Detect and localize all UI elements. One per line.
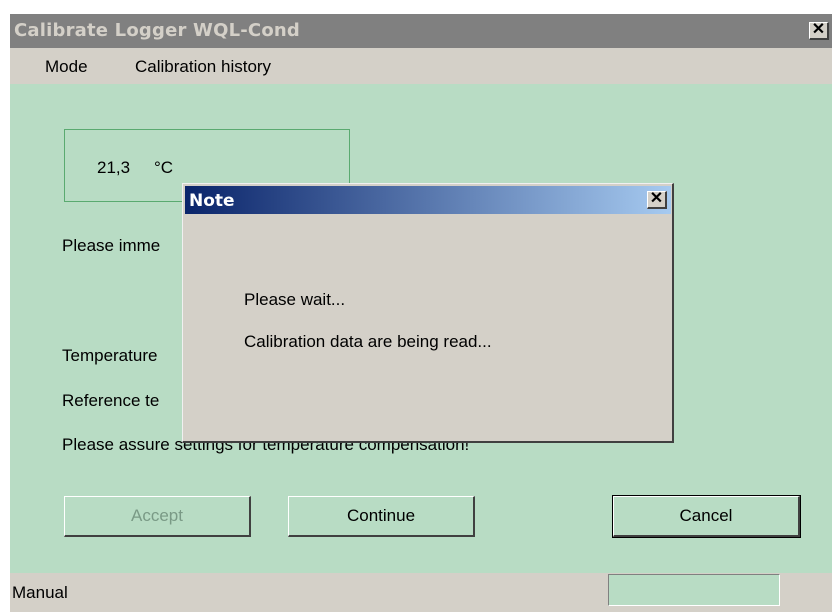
reference-temperature-label: Reference te [62,391,160,410]
dialog-wait-message: Please wait... [244,290,346,309]
window-titlebar[interactable]: Calibrate Logger WQL-Cond ✕ [10,14,832,48]
temperature-unit: °C [154,158,174,177]
continue-button[interactable]: Continue [288,496,475,537]
cancel-button[interactable]: Cancel [612,495,801,538]
dialog-title: Note [189,191,235,211]
temperature-label: Temperature [62,346,158,365]
dialog-titlebar[interactable]: Note ✕ [185,186,671,214]
close-icon: ✕ [649,190,664,207]
dialog-close-button[interactable]: ✕ [647,191,667,209]
menu-calibration-history[interactable]: Calibration history [135,57,271,77]
dialog-reading-message: Calibration data are being read... [244,332,492,351]
note-dialog: Note ✕ Please wait... Calibration data a… [182,183,674,443]
window-title: Calibrate Logger WQL-Cond [14,20,301,41]
window-close-button[interactable]: ✕ [809,22,829,40]
close-icon: ✕ [811,21,826,38]
menu-mode[interactable]: Mode [45,57,88,77]
accept-button[interactable]: Accept [64,496,251,537]
immerse-instruction: Please imme [62,236,161,255]
status-mode-text: Manual [12,583,68,602]
status-panel [608,574,780,606]
menu-bar: Mode Calibration history [10,48,832,84]
temperature-value: 21,3 [97,158,131,177]
status-bar: Manual [10,573,832,612]
